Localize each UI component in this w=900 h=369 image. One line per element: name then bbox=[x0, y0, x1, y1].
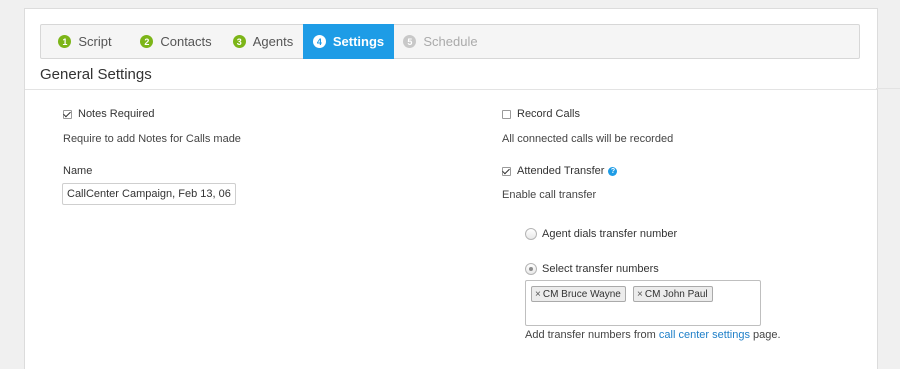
record-calls-checkbox[interactable] bbox=[502, 109, 511, 119]
attended-transfer-checkbox[interactable] bbox=[502, 166, 511, 176]
name-label: Name bbox=[63, 165, 93, 177]
attended-transfer-description: Enable call transfer bbox=[502, 189, 597, 201]
agent-dials-label: Agent dials transfer number bbox=[542, 228, 678, 240]
step-label: Script bbox=[78, 34, 112, 49]
record-calls-label: Record Calls bbox=[517, 108, 580, 120]
step-label: Schedule bbox=[423, 34, 478, 49]
record-calls-row: Record Calls bbox=[502, 108, 580, 120]
select-numbers-option[interactable]: Select transfer numbers bbox=[525, 263, 659, 276]
attended-transfer-row: Attended Transfer? bbox=[502, 165, 618, 177]
step-label: Settings bbox=[332, 34, 385, 49]
step-number-badge: 2 bbox=[140, 35, 154, 48]
notes-required-label: Notes Required bbox=[78, 108, 155, 120]
section-divider bbox=[25, 89, 877, 90]
remove-tag-icon[interactable]: × bbox=[637, 289, 643, 300]
step-number-badge: 4 bbox=[312, 35, 326, 48]
section-title: General Settings bbox=[40, 66, 152, 83]
step-number-badge: 1 bbox=[58, 35, 72, 48]
notes-required-description: Require to add Notes for Calls made bbox=[63, 133, 241, 145]
footer-suffix: page. bbox=[750, 329, 781, 341]
step-label: Agents bbox=[252, 34, 294, 49]
step-settings[interactable]: 4 Settings bbox=[303, 24, 394, 59]
attended-transfer-label: Attended Transfer bbox=[517, 165, 605, 177]
step-number-badge: 5 bbox=[403, 35, 417, 48]
agent-dials-radio[interactable] bbox=[525, 228, 537, 241]
remove-tag-icon[interactable]: × bbox=[535, 289, 541, 300]
record-calls-description: All connected calls will be recorded bbox=[502, 133, 674, 145]
transfer-numbers-multiselect[interactable]: × CM Bruce Wayne × CM John Paul bbox=[525, 280, 761, 326]
notes-required-row: Notes Required bbox=[63, 108, 154, 120]
tag-label: CM Bruce Wayne bbox=[542, 288, 621, 300]
campaign-name-input[interactable] bbox=[62, 183, 236, 205]
divider-extension bbox=[876, 88, 900, 89]
transfer-tag: × CM John Paul bbox=[633, 286, 713, 302]
wizard-steps: 1 Script 2 Contacts 3 Agents 4 Settings … bbox=[40, 24, 860, 59]
help-icon[interactable]: ? bbox=[608, 166, 618, 176]
step-script[interactable]: 1 Script bbox=[41, 25, 129, 58]
footer-prefix: Add transfer numbers from bbox=[525, 329, 659, 341]
transfer-tag: × CM Bruce Wayne bbox=[531, 286, 626, 302]
step-number-badge: 3 bbox=[232, 35, 246, 48]
call-center-settings-link[interactable]: call center settings bbox=[659, 329, 750, 341]
step-contacts[interactable]: 2 Contacts bbox=[129, 25, 223, 58]
tag-label: CM John Paul bbox=[644, 288, 708, 300]
agent-dials-option[interactable]: Agent dials transfer number bbox=[525, 228, 678, 241]
step-label: Contacts bbox=[160, 34, 212, 49]
select-numbers-radio[interactable] bbox=[525, 263, 537, 276]
step-schedule[interactable]: 5 Schedule bbox=[394, 25, 487, 58]
notes-required-checkbox[interactable] bbox=[63, 109, 72, 119]
transfer-footer-text: Add transfer numbers from call center se… bbox=[525, 329, 781, 341]
select-numbers-label: Select transfer numbers bbox=[542, 263, 659, 275]
step-agents[interactable]: 3 Agents bbox=[223, 25, 303, 58]
